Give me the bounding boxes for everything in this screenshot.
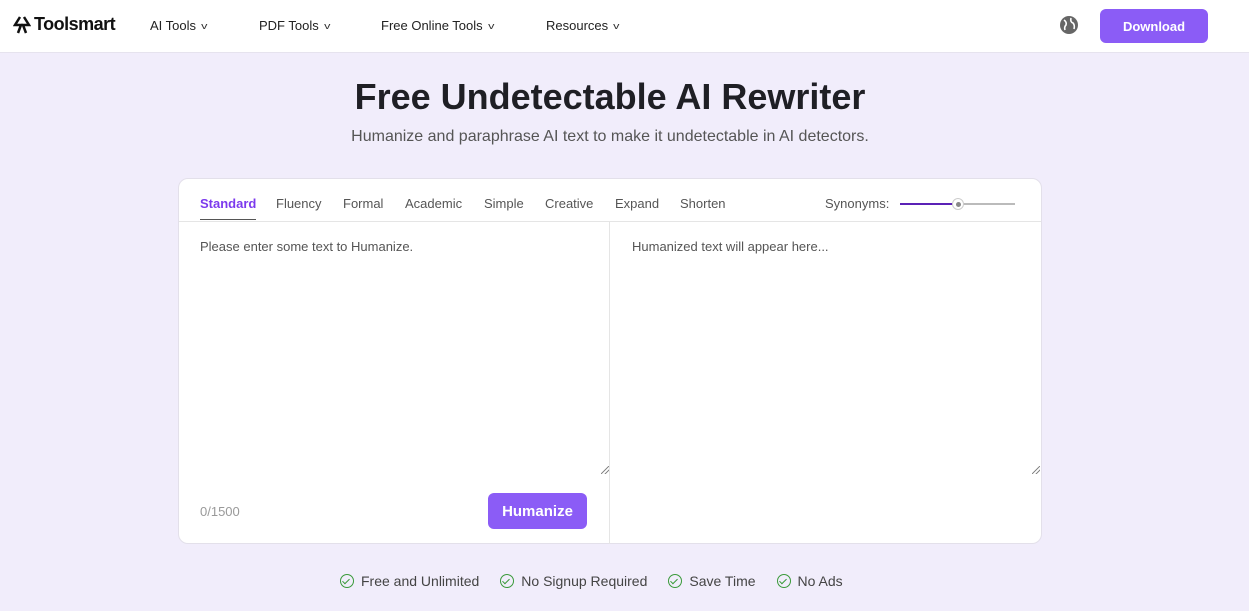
synonyms-label: Synonyms: — [825, 196, 890, 211]
synonyms-slider[interactable] — [900, 198, 1015, 210]
chevron-down-icon: v — [201, 20, 208, 31]
chevron-down-icon: v — [487, 20, 495, 31]
check-circle-icon — [500, 574, 515, 588]
top-nav: Toolsmart AI Tools v PDF Tools v Free Onli… — [0, 0, 1249, 53]
nav-label: Free Online Tools — [381, 18, 483, 33]
nav-free-online-tools[interactable]: Free Online Tools v — [381, 18, 495, 33]
resize-handle-icon[interactable] — [601, 466, 609, 474]
tab-academic[interactable]: Academic — [405, 196, 462, 219]
tab-formal[interactable]: Formal — [343, 196, 383, 219]
char-count: 0/1500 — [200, 504, 240, 519]
nav-label: Resources — [546, 18, 609, 33]
nav-label: PDF Tools — [259, 18, 319, 33]
chevron-down-icon: v — [613, 20, 620, 31]
input-pane[interactable]: Please enter some text to Humanize. 0/15… — [179, 222, 610, 544]
tab-standard[interactable]: Standard — [200, 196, 257, 220]
resize-handle-icon[interactable] — [1032, 466, 1040, 474]
tab-creative[interactable]: Creative — [545, 196, 593, 219]
nav-resources[interactable]: Resources v — [546, 18, 620, 33]
tab-expand[interactable]: Expand — [615, 196, 659, 219]
feature-item: Save Time — [668, 573, 756, 589]
tab-fluency[interactable]: Fluency — [276, 196, 322, 219]
nav-label: AI Tools — [150, 18, 197, 33]
download-button[interactable]: Download — [1100, 9, 1208, 43]
feature-item: Free and Unlimited — [340, 573, 479, 589]
slider-fill — [900, 203, 958, 205]
page-subtitle: Humanize and paraphrase AI text to make … — [351, 128, 869, 145]
feature-list: Free and Unlimited No Signup Required Sa… — [340, 573, 843, 589]
nav-ai-tools[interactable]: AI Tools v — [150, 18, 207, 33]
feature-label: No Signup Required — [521, 573, 648, 589]
input-textarea[interactable]: Please enter some text to Humanize. — [200, 239, 413, 254]
brand-name: Toolsmart — [34, 14, 116, 34]
check-circle-icon — [340, 574, 354, 588]
output-textarea[interactable]: Humanized text will appear here... — [632, 239, 829, 254]
globe-icon[interactable] — [1059, 15, 1079, 35]
feature-item: No Signup Required — [500, 573, 647, 589]
feature-item: No Ads — [776, 573, 843, 589]
tab-shorten[interactable]: Shorten — [680, 196, 726, 219]
mode-tabs: Standard Fluency Formal Academic Simple … — [179, 179, 1041, 222]
nav-pdf-tools[interactable]: PDF Tools v — [259, 18, 331, 33]
tab-simple[interactable]: Simple — [484, 196, 524, 219]
rewriter-card: Standard Fluency Formal Academic Simple … — [178, 178, 1042, 544]
check-circle-icon — [668, 574, 683, 588]
bolt-logo-icon — [13, 15, 31, 33]
chevron-down-icon: v — [323, 20, 331, 31]
humanize-button[interactable]: Humanize — [488, 493, 587, 529]
feature-label: Free and Unlimited — [361, 573, 480, 589]
feature-label: Save Time — [689, 573, 756, 589]
brand-logo[interactable]: Toolsmart — [13, 14, 116, 35]
check-circle-icon — [776, 574, 791, 588]
slider-thumb[interactable] — [951, 198, 964, 210]
output-pane[interactable]: Humanized text will appear here... — [610, 222, 1042, 544]
page-title: Free Undetectable AI Rewriter — [354, 76, 866, 117]
feature-label: No Ads — [797, 573, 843, 589]
